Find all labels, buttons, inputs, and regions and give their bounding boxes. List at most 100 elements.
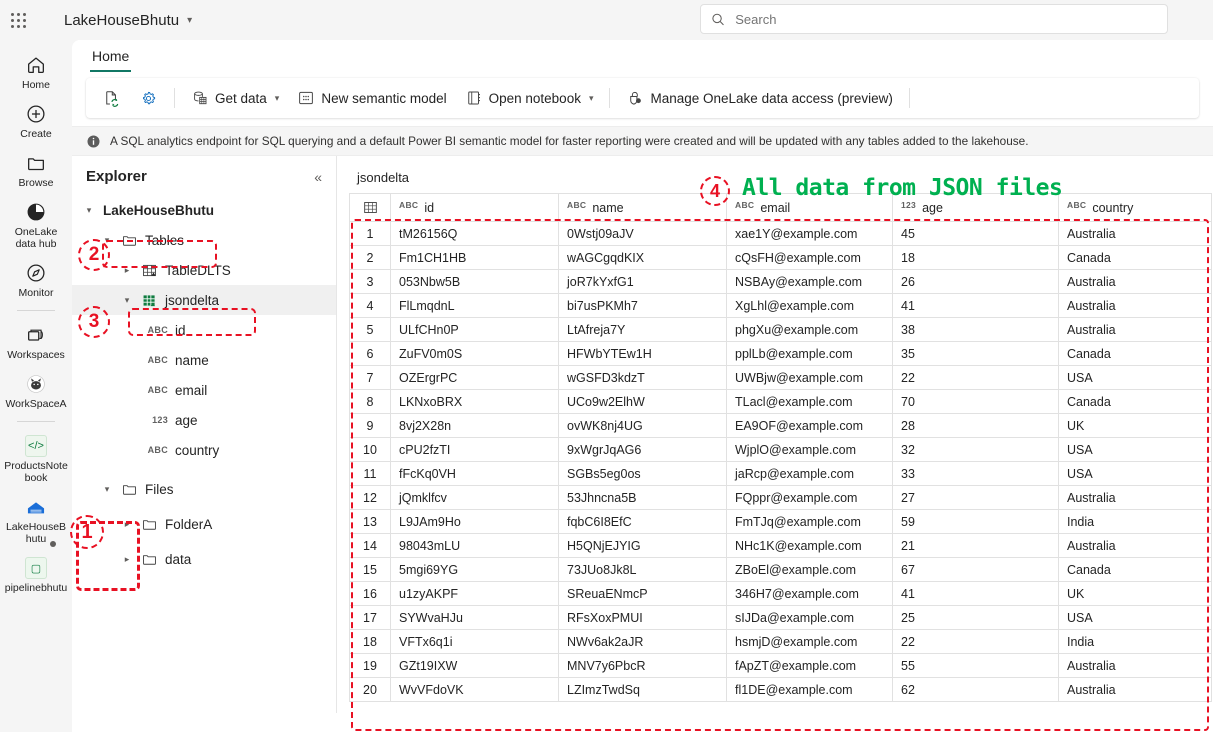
table-row[interactable]: 17 SYWvaHJu RFsXoxPMUI sIJDa@example.com 25 U… [349, 605, 1212, 630]
sidebar-item-label: Browse [18, 177, 54, 189]
manage-onelake-access-button[interactable]: Manage OneLake data access (preview) [618, 83, 900, 113]
table-row[interactable]: 12 jQmklfcv 53Jhncna5B FQppr@example.com 27 A… [349, 485, 1212, 510]
workspace-name-button[interactable]: LakeHouseBhutu ▾ [64, 12, 192, 29]
cell-id: 98043mLU [390, 533, 559, 558]
table-row[interactable]: 2 Fm1CH1HB wAGCgqdKIX cQsFH@example.com 18 Ca… [349, 245, 1212, 270]
table-row[interactable]: 8 LKNxoBRX UCo9w2ElhW TLacl@example.com 70 Ca… [349, 389, 1212, 414]
table-row[interactable]: 5 ULfCHn0P LtAfreja7Y phgXu@example.com 38 Au… [349, 317, 1212, 342]
column-header-country[interactable]: ABC country [1058, 193, 1212, 222]
refresh-button[interactable] [94, 83, 129, 113]
annotation-marker-1: 1 [70, 515, 104, 549]
row-number-cell: 14 [349, 533, 391, 558]
row-number-cell: 17 [349, 605, 391, 630]
tree-item-data[interactable]: ▸ data [72, 544, 336, 574]
tree-item-foldera[interactable]: ▸ FolderA [72, 509, 336, 539]
row-select-all-header[interactable] [349, 193, 391, 222]
info-banner-text: A SQL analytics endpoint for SQL queryin… [110, 134, 1029, 148]
cell-email: TLacl@example.com [726, 389, 893, 414]
cell-email: FQppr@example.com [726, 485, 893, 510]
search-input[interactable] [733, 10, 1157, 28]
table-row[interactable]: 18 VFTx6q1i NWv6ak2aJR hsmjD@example.com 22 I… [349, 629, 1212, 654]
tree-item-files[interactable]: ▾ Files [72, 474, 336, 504]
cell-name: 9xWgrJqAG6 [558, 437, 727, 462]
table-row[interactable]: 19 GZt19IXW MNV7y6PbcR fApZT@example.com 55 A… [349, 653, 1212, 678]
sidebar-item-workspacea[interactable]: WorkSpaceA [2, 367, 70, 414]
cell-id: 8vj2X28n [390, 413, 559, 438]
sidebar-item-monitor[interactable]: Monitor [2, 256, 70, 303]
sidebar-item-create[interactable]: Create [2, 97, 70, 144]
table-row[interactable]: 13 L9JAm9Ho fqbC6I8EfC FmTJq@example.com 59 I… [349, 509, 1212, 534]
sidebar-item-lakehousebhutu[interactable]: LakeHouseBhutu [2, 490, 70, 549]
row-number-cell: 3 [349, 269, 391, 294]
cell-country: UK [1058, 581, 1212, 606]
cell-id: VFTx6q1i [390, 629, 559, 654]
sidebar-item-home[interactable]: Home [2, 48, 70, 95]
folder-icon [143, 554, 156, 565]
table-row[interactable]: 1 tM26156Q 0Wstj09aJV xae1Y@example.com 45 Au… [349, 221, 1212, 246]
gear-icon [143, 91, 156, 104]
table-row[interactable]: 14 98043mLU H5QNjEJYIG NHc1K@example.com 21 A… [349, 533, 1212, 558]
app-launcher-icon[interactable] [0, 0, 36, 40]
column-type-label: 123 [152, 415, 168, 425]
cell-email: UWBjw@example.com [726, 365, 893, 390]
table-row[interactable]: 20 WvVFdoVK LZImzTwdSq fl1DE@example.com 62 A… [349, 677, 1212, 702]
row-number-cell: 15 [349, 557, 391, 582]
settings-button[interactable] [131, 83, 166, 113]
table-row[interactable]: 15 5mgi69YG 73JUo8Jk8L ZBoEl@example.com 67 C… [349, 557, 1212, 582]
table-row[interactable]: 16 u1zyAKPF SReuaENmcP 346H7@example.com 41 U… [349, 581, 1212, 606]
tree-column-country[interactable]: ABC country [72, 435, 336, 465]
folder-icon [28, 158, 44, 171]
new-semantic-model-button[interactable]: New semantic model [289, 83, 454, 113]
main-canvas: Home Get data ▾ New semantic model Open … [72, 40, 1213, 732]
sidebar-item-productsnotebook[interactable]: </> ProductsNotebook [2, 429, 70, 488]
tree-column-email[interactable]: ABC email [72, 375, 336, 405]
tree-column-name[interactable]: ABC name [72, 345, 336, 375]
status-dot-badge [50, 541, 56, 547]
tree-item-jsondelta[interactable]: ▾ jsondelta [72, 285, 336, 315]
waffle-grid [10, 12, 26, 28]
collapse-panel-icon[interactable]: « [314, 169, 322, 185]
table-row[interactable]: 7 OZErgrPC wGSFD3kdzT UWBjw@example.com 22 US… [349, 365, 1212, 390]
workspace-avatar-icon [27, 375, 45, 393]
cell-age: 32 [892, 437, 1059, 462]
get-data-button[interactable]: Get data ▾ [183, 83, 287, 113]
left-nav-rail: Home Create Browse OneLake data hub Moni… [0, 40, 72, 732]
cell-age: 22 [892, 365, 1059, 390]
sidebar-item-workspaces[interactable]: Workspaces [2, 318, 70, 365]
table-row[interactable]: 10 cPU2fzTI 9xWgrJqAG6 WjplO@example.com 32 U… [349, 437, 1212, 462]
cell-country: USA [1058, 437, 1212, 462]
table-row[interactable]: 3 053Nbw5B joR7kYxfG1 NSBAy@example.com 26 Au… [349, 269, 1212, 294]
table-row[interactable]: 4 FlLmqdnL bi7usPKMh7 XgLhl@example.com 41 Au… [349, 293, 1212, 318]
open-notebook-button[interactable]: Open notebook ▾ [457, 83, 602, 113]
sidebar-item-pipelinebhutu[interactable]: ▢ pipelinebhutu [2, 541, 70, 598]
column-header-id[interactable]: ABC id [390, 193, 559, 222]
cell-email: phgXu@example.com [726, 317, 893, 342]
annotation-note-text: All data from JSON files [742, 175, 1063, 201]
cell-country: Canada [1058, 557, 1212, 582]
cell-age: 70 [892, 389, 1059, 414]
tree-column-age[interactable]: 123 age [72, 405, 336, 435]
search-bar[interactable] [700, 4, 1168, 34]
annotation-marker-2: 2 [78, 239, 110, 271]
chevron-down-icon: ▾ [588, 92, 594, 103]
table-row[interactable]: 11 fFcKq0VH SGBs5eg0os jaRcp@example.com 33 U… [349, 461, 1212, 486]
tree-item-tabledlts[interactable]: ▸ TableDLTS [72, 255, 336, 285]
cell-id: 053Nbw5B [390, 269, 559, 294]
column-header-label: name [592, 200, 624, 215]
cell-id: L9JAm9Ho [390, 509, 559, 534]
cell-email: fl1DE@example.com [726, 677, 893, 702]
row-number-cell: 11 [349, 461, 391, 486]
sidebar-item-onelake-data-hub[interactable]: OneLake data hub [2, 195, 70, 254]
table-row[interactable]: 9 8vj2X28n ovWK8nj4UG EA9OF@example.com 28 UK [349, 413, 1212, 438]
row-number-cell: 7 [349, 365, 391, 390]
cell-name: fqbC6I8EfC [558, 509, 727, 534]
cell-name: bi7usPKMh7 [558, 293, 727, 318]
tab-home[interactable]: Home [90, 48, 132, 72]
sidebar-item-browse[interactable]: Browse [2, 146, 70, 193]
sidebar-item-label: Home [21, 79, 50, 91]
tree-column-id[interactable]: ABC id [72, 315, 336, 345]
table-row[interactable]: 6 ZuFV0m0S HFWbYTEw1H pplLb@example.com 35 Ca… [349, 341, 1212, 366]
cell-email: NHc1K@example.com [726, 533, 893, 558]
tree-item-tables[interactable]: ▾ Tables [72, 225, 336, 255]
tree-root-lakehousebhutu[interactable]: ▾ LakeHouseBhutu [72, 195, 336, 225]
